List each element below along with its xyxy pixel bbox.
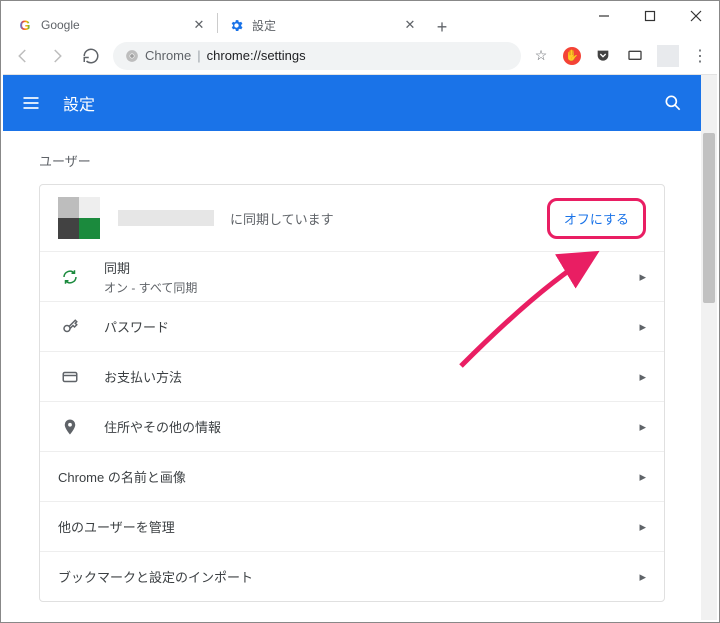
- star-bookmark-icon[interactable]: ☆: [531, 46, 551, 66]
- close-icon[interactable]: ✕: [191, 17, 207, 33]
- chevron-right-icon: ▸: [639, 469, 646, 485]
- key-icon: [58, 318, 82, 336]
- row-addresses[interactable]: 住所やその他の情報 ▸: [40, 401, 664, 451]
- nav-back-button[interactable]: [11, 44, 35, 68]
- settings-favicon-icon: [228, 17, 244, 33]
- extension-adblock-icon[interactable]: ✋: [563, 47, 581, 65]
- row-import-bookmarks-title: ブックマークと設定のインポート: [58, 567, 253, 586]
- row-sync-subtitle: オン - すべて同期: [104, 279, 197, 296]
- tab-settings-title: 設定: [252, 17, 276, 34]
- turn-off-label: オフにする: [564, 212, 629, 227]
- chevron-right-icon: ▸: [639, 569, 646, 585]
- nav-forward-button[interactable]: [45, 44, 69, 68]
- row-chrome-name-title: Chrome の名前と画像: [58, 467, 186, 486]
- profile-row: に同期しています オフにする: [40, 185, 664, 251]
- row-passwords-title: パスワード: [104, 317, 169, 336]
- row-passwords[interactable]: パスワード ▸: [40, 301, 664, 351]
- chevron-right-icon: ▸: [639, 519, 646, 535]
- chevron-right-icon: ▸: [639, 269, 646, 285]
- nav-reload-button[interactable]: [79, 44, 103, 68]
- row-sync-title: 同期: [104, 258, 197, 277]
- omnibox-sep: |: [197, 48, 200, 63]
- close-icon[interactable]: ✕: [402, 17, 418, 33]
- settings-search-button[interactable]: [661, 91, 685, 115]
- window-maximize-button[interactable]: [627, 1, 673, 31]
- row-payment-title: お支払い方法: [104, 367, 182, 386]
- sync-icon: [58, 268, 82, 286]
- profile-name-redacted: [118, 210, 214, 226]
- credit-card-icon: [58, 368, 82, 386]
- syncing-label: に同期しています: [230, 209, 334, 228]
- settings-header-title: 設定: [63, 91, 95, 115]
- profile-avatar-icon: [58, 197, 100, 239]
- row-import-bookmarks[interactable]: ブックマークと設定のインポート ▸: [40, 551, 664, 601]
- window-minimize-button[interactable]: [581, 1, 627, 31]
- profile-avatar-button[interactable]: [657, 45, 679, 67]
- browser-menu-button[interactable]: ⋮: [691, 46, 709, 66]
- section-user-title: ユーザー: [39, 151, 665, 170]
- window-close-button[interactable]: [673, 1, 719, 31]
- scrollbar-thumb[interactable]: [703, 133, 715, 303]
- chevron-right-icon: ▸: [639, 319, 646, 335]
- address-bar[interactable]: Chrome | chrome://settings: [113, 42, 521, 70]
- extension-pocket-icon[interactable]: [593, 46, 613, 66]
- row-manage-users-title: 他のユーザーを管理: [58, 517, 175, 536]
- omnibox-url: chrome://settings: [207, 48, 306, 63]
- chevron-right-icon: ▸: [639, 369, 646, 385]
- extension-cast-icon[interactable]: [625, 46, 645, 66]
- settings-header: 設定: [3, 75, 701, 131]
- chrome-page-icon: [125, 49, 139, 63]
- google-favicon-icon: G: [17, 17, 33, 33]
- user-card: に同期しています オフにする 同期 オン - すべて同期: [39, 184, 665, 602]
- turn-off-sync-button[interactable]: オフにする: [547, 198, 646, 239]
- location-pin-icon: [58, 418, 82, 436]
- omnibox-scheme: Chrome: [145, 48, 191, 63]
- row-sync[interactable]: 同期 オン - すべて同期 ▸: [40, 251, 664, 301]
- row-manage-users[interactable]: 他のユーザーを管理 ▸: [40, 501, 664, 551]
- row-payment[interactable]: お支払い方法 ▸: [40, 351, 664, 401]
- tab-google-title: Google: [41, 18, 80, 32]
- row-chrome-name[interactable]: Chrome の名前と画像 ▸: [40, 451, 664, 501]
- vertical-scrollbar[interactable]: [701, 75, 717, 620]
- menu-hamburger-button[interactable]: [19, 91, 43, 115]
- chevron-right-icon: ▸: [639, 419, 646, 435]
- row-addresses-title: 住所やその他の情報: [104, 417, 221, 436]
